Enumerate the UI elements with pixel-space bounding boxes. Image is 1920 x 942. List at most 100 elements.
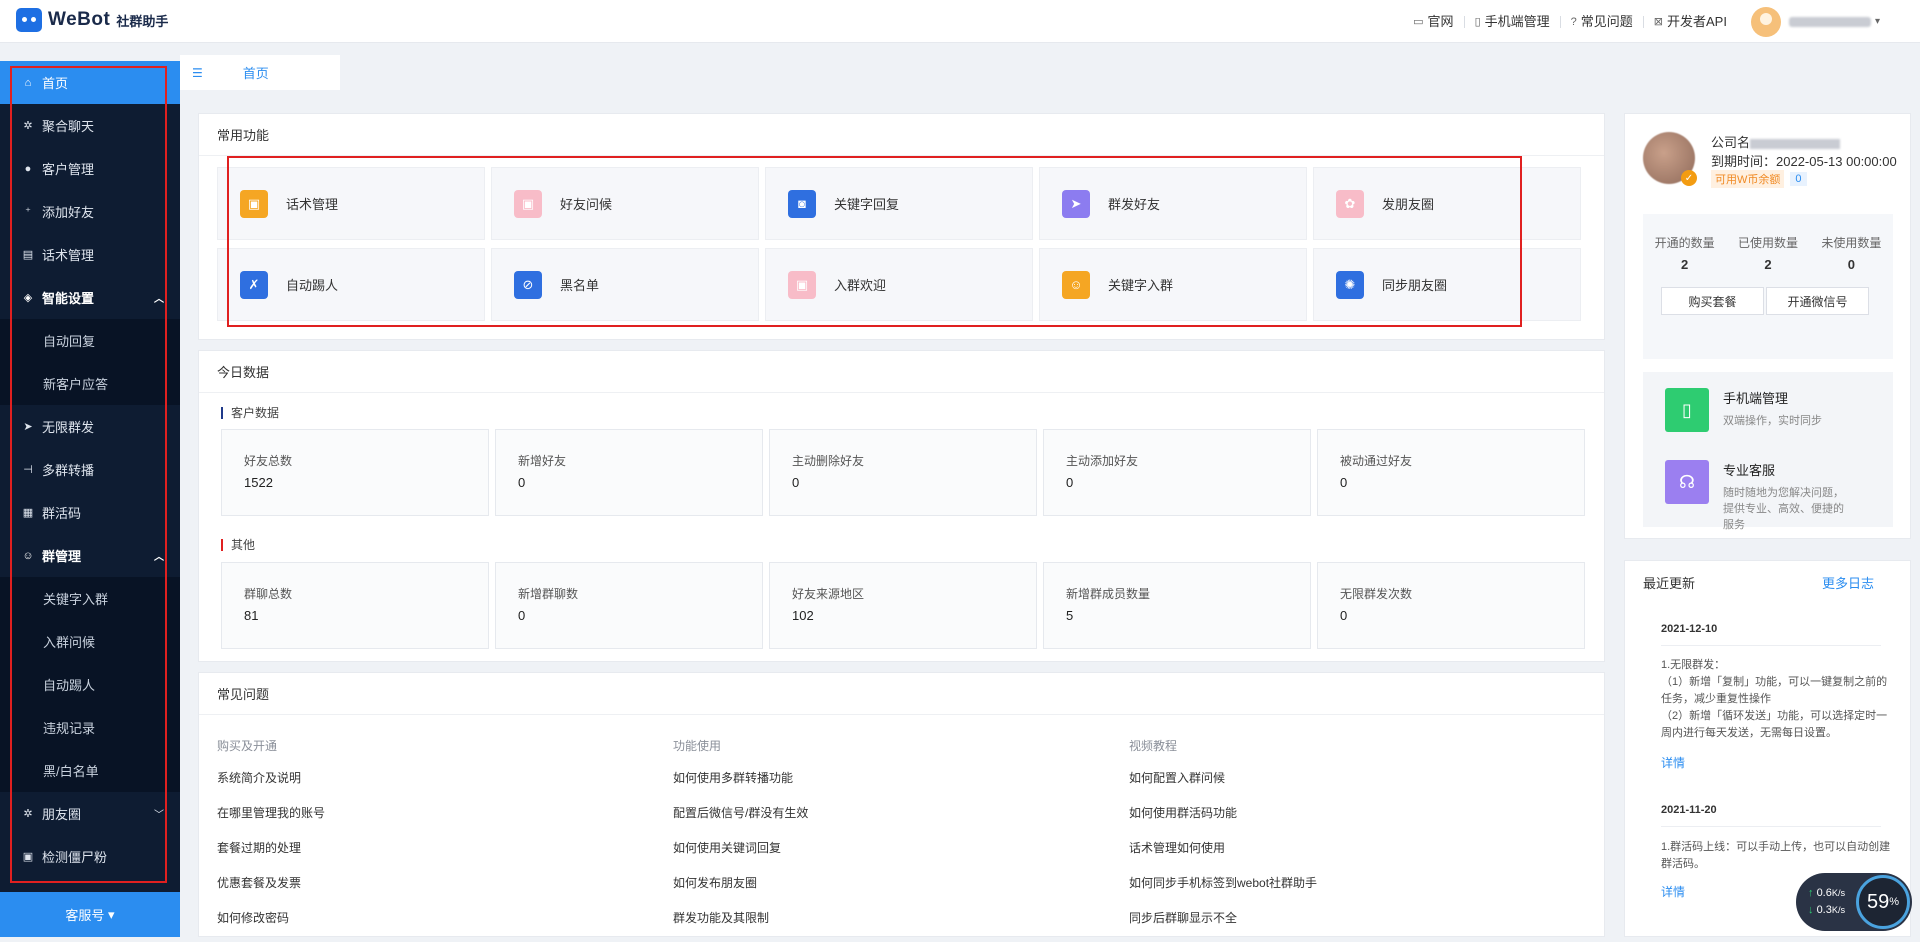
top-link-faq[interactable]: ? 常见问题: [1561, 15, 1644, 28]
coin-label: 可用W币余额: [1711, 170, 1785, 188]
divider: [1661, 826, 1881, 827]
faq-link[interactable]: 如何配置入群问候: [1129, 767, 1569, 802]
sidebar-item-violations[interactable]: 违规记录: [0, 706, 180, 749]
faq-link[interactable]: 系统简介及说明: [217, 767, 657, 802]
faq-link[interactable]: 话术管理如何使用: [1129, 837, 1569, 872]
function-label: 好友问候: [560, 197, 613, 212]
function-auto-kick[interactable]: ✗ 自动踢人: [217, 248, 485, 321]
function-label: 群发好友: [1108, 197, 1161, 212]
function-mass-friends[interactable]: ➤ 群发好友: [1039, 167, 1307, 240]
top-bar: WeBot 社群助手 ▭ 官网 ▯ 手机端管理 ? 常见问题 ⊠ 开发者API ▾: [0, 0, 1920, 43]
function-friend-greeting[interactable]: ▣ 好友问候: [491, 167, 759, 240]
function-join-welcome[interactable]: ▣ 入群欢迎: [765, 248, 1033, 321]
sidebar-item-home[interactable]: ⌂ 首页: [0, 61, 180, 104]
sidebar-item-join-greeting[interactable]: 入群问候: [0, 620, 180, 663]
question-icon: ?: [1570, 15, 1577, 28]
gear-icon: ✲: [23, 120, 33, 132]
faq-link[interactable]: 套餐过期的处理: [217, 837, 657, 872]
top-link-label: 手机端管理: [1484, 13, 1550, 29]
chevron-down-icon[interactable]: ▾: [1875, 16, 1880, 27]
sidebar-item-smart-settings[interactable]: ◈ 智能设置 ︿: [0, 276, 180, 319]
tab-label: 首页: [242, 66, 269, 81]
sidebar-item-scripts[interactable]: ▤ 话术管理: [0, 233, 180, 276]
more-logs-link[interactable]: 更多日志: [1822, 573, 1874, 592]
faq-link[interactable]: 配置后微信号/群没有生效: [673, 802, 1113, 837]
logo[interactable]: WeBot 社群助手: [16, 8, 168, 32]
buy-package-button[interactable]: 购买套餐: [1661, 287, 1764, 315]
sidebar-item-label: 无限群发: [42, 420, 95, 435]
top-link-mobile[interactable]: ▯ 手机端管理: [1465, 13, 1561, 29]
function-sync-moments[interactable]: ✺ 同步朋友圈: [1313, 248, 1581, 321]
function-label: 关键字入群: [1108, 278, 1174, 293]
add-user-icon: ⁺: [25, 206, 31, 218]
promo-mobile-management[interactable]: ▯ 手机端管理 双端操作，实时同步: [1643, 372, 1893, 455]
quota-value: 0: [1847, 257, 1855, 272]
sidebar-item-label: 群活码: [42, 506, 82, 521]
update-detail-link[interactable]: 详情: [1661, 754, 1685, 771]
stat-value: 1522: [244, 475, 273, 490]
faq-link[interactable]: 优惠套餐及发票: [217, 872, 657, 907]
logo-subtitle: 社群助手: [116, 13, 169, 29]
sidebar-item-label: 检测僵尸粉: [42, 850, 108, 865]
tab-home[interactable]: ☰ 首页: [180, 55, 340, 90]
company-label: 公司名: [1711, 135, 1751, 150]
promo-customer-service[interactable]: ☊ 专业客服 随时随地为您解决问题，提供专业、高效、便捷的服务: [1643, 444, 1893, 531]
customer-service-account-button[interactable]: 客服号 ▾: [0, 892, 180, 937]
percent-sign: %: [1889, 896, 1900, 908]
faq-column-purchase: 购买及开通 系统简介及说明 在哪里管理我的账号 套餐过期的处理 优惠套餐及发票 …: [217, 737, 657, 942]
faq-link[interactable]: 在哪里管理我的账号: [217, 802, 657, 837]
function-blacklist[interactable]: ⊘ 黑名单: [491, 248, 759, 321]
stat-card: 新增好友 0: [495, 429, 763, 516]
function-script-management[interactable]: ▣ 话术管理: [217, 167, 485, 240]
sidebar-item-group-management[interactable]: ☺ 群管理 ︿: [0, 534, 180, 577]
panel-title: 常见问题: [199, 673, 1604, 715]
open-wechat-button[interactable]: 开通微信号: [1766, 287, 1869, 315]
sidebar-item-label: 添加好友: [42, 205, 95, 220]
download-rate: ↓ 0.3K/s: [1808, 902, 1845, 919]
document-icon: ▤: [22, 249, 34, 261]
sidebar-item-keyword-join[interactable]: 关键字入群: [0, 577, 180, 620]
sidebar-item-add-friend[interactable]: ⁺ 添加好友: [0, 190, 180, 233]
stat-card: 主动添加好友 0: [1043, 429, 1311, 516]
sidebar-item-customers[interactable]: ● 客户管理: [0, 147, 180, 190]
function-keyword-reply[interactable]: ◙ 关键字回复: [765, 167, 1033, 240]
network-speed-widget[interactable]: ↑ 0.6K/s ↓ 0.3K/s 59%: [1796, 873, 1912, 931]
coin-balance: 可用W币余额 0: [1711, 170, 1807, 188]
faq-link[interactable]: 如何使用关键词回复: [673, 837, 1113, 872]
sidebar-item-chat[interactable]: ✲ 聚合聊天: [0, 104, 180, 147]
sidebar-item-group-qrcode[interactable]: ▦ 群活码: [0, 491, 180, 534]
top-link-api[interactable]: ⊠ 开发者API: [1644, 15, 1737, 28]
sidebar-item-moments[interactable]: ✲ 朋友圈 ﹀: [0, 792, 180, 835]
stat-card: 好友来源地区 102: [769, 562, 1037, 649]
faq-link[interactable]: 如何使用群活码功能: [1129, 802, 1569, 837]
sidebar-item-broadcast[interactable]: ⊣ 多群转播: [0, 448, 180, 491]
faq-link[interactable]: 如何发布朋友圈: [673, 872, 1113, 907]
faq-link[interactable]: 如何使用多群转播功能: [673, 767, 1113, 802]
user-avatar[interactable]: [1750, 6, 1781, 37]
sidebar-item-auto-kick[interactable]: 自动踢人: [0, 663, 180, 706]
sidebar-item-label: 多群转播: [42, 463, 95, 478]
menu-collapse-icon[interactable]: ☰: [192, 66, 203, 80]
chevron-down-icon: ﹀: [154, 810, 164, 821]
stat-value: 0: [518, 475, 526, 490]
sidebar-item-black-white-list[interactable]: 黑/白名单: [0, 749, 180, 792]
quota-box: 开通的数量 2 已使用数量 2 未使用数量 0 购买套餐 开通微信号: [1643, 214, 1893, 359]
faq-link[interactable]: 如何同步手机标签到webot社群助手: [1129, 872, 1569, 907]
update-detail-link[interactable]: 详情: [1661, 883, 1685, 900]
sidebar-item-new-customer-reply[interactable]: 新客户应答: [0, 362, 180, 405]
sidebar-item-auto-reply[interactable]: 自动回复: [0, 319, 180, 362]
sync-icon: ✺: [1336, 270, 1364, 299]
sidebar-item-mass-send[interactable]: ➤ 无限群发: [0, 405, 180, 448]
function-post-moments[interactable]: ✿ 发朋友圈: [1313, 167, 1581, 240]
stat-label: 被动通过好友: [1340, 454, 1413, 468]
user-name-blurred[interactable]: [1788, 16, 1871, 27]
update-text: 1.群活码上线：可以手动上传，也可以自动创建群活码。: [1661, 841, 1891, 870]
chevron-up-icon: ︿: [154, 552, 164, 563]
sidebar-item-label: 群管理: [42, 549, 82, 564]
top-link-website[interactable]: ▭ 官网: [1403, 15, 1465, 28]
function-keyword-join[interactable]: ☺ 关键字入群: [1039, 248, 1307, 321]
stat-value: 81: [244, 608, 259, 623]
stat-card: 主动删除好友 0: [769, 429, 1037, 516]
customer-stats: 好友总数 1522 新增好友 0 主动删除好友 0 主动添加好友 0 被动通过好友 0: [221, 429, 1585, 516]
sidebar-item-detect-zombie[interactable]: ▣ 检测僵尸粉: [0, 835, 180, 878]
